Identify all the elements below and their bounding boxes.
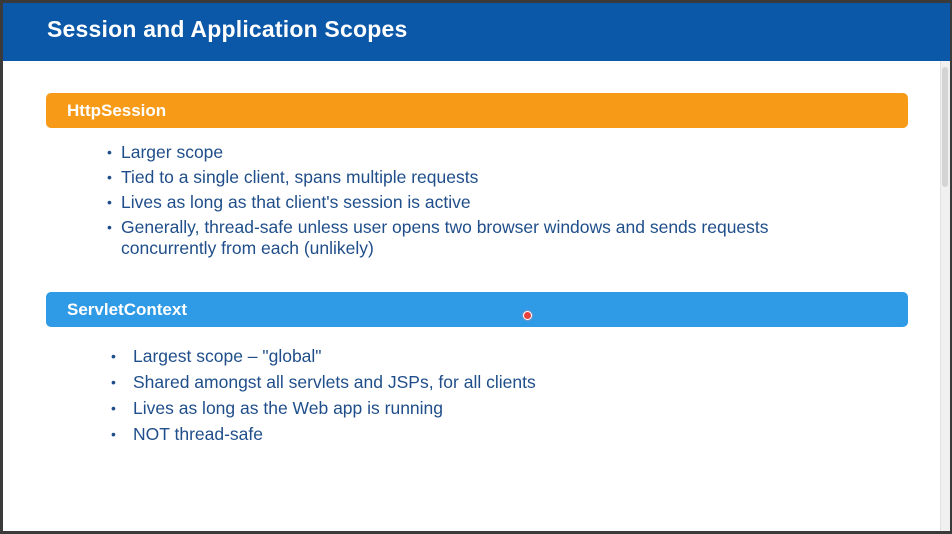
bullet-icon: • xyxy=(107,219,112,235)
bullet-text: Lives as long as that client's session i… xyxy=(121,192,471,212)
bullet-text: Largest scope – "global" xyxy=(133,346,322,366)
list-item: • Largest scope – "global" xyxy=(111,346,711,367)
list-item: • Tied to a single client, spans multiple… xyxy=(107,167,787,188)
bullet-icon: • xyxy=(107,144,112,160)
bullet-text: Tied to a single client, spans multiple … xyxy=(121,167,479,187)
list-item: • Shared amongst all servlets and JSPs, f… xyxy=(111,372,711,393)
bullet-text: Shared amongst all servlets and JSPs, fo… xyxy=(133,372,536,392)
bullet-list-servletcontext: • Largest scope – "global" • Shared amongs… xyxy=(111,346,711,450)
list-item: • Lives as long as that client's session … xyxy=(107,192,787,213)
bullet-text: Lives as long as the Web app is running xyxy=(133,398,444,418)
bullet-icon: • xyxy=(107,194,112,210)
section-label-httpsession: HttpSession xyxy=(67,101,167,120)
bullet-icon: • xyxy=(111,374,116,390)
list-item: • Lives as long as the Web app is running xyxy=(111,398,711,419)
list-item: • NOT thread-safe xyxy=(111,424,711,445)
bullet-icon: • xyxy=(111,400,116,416)
bullet-icon: • xyxy=(107,169,112,185)
bullet-icon: • xyxy=(111,348,116,364)
list-item: • Generally, thread-safe unless user open… xyxy=(107,217,787,259)
slide-title: Session and Application Scopes xyxy=(47,16,408,42)
section-label-servletcontext: ServletContext xyxy=(67,300,187,319)
title-bar: Session and Application Scopes xyxy=(3,3,950,61)
scrollbar-thumb[interactable] xyxy=(942,67,948,187)
list-item: • Larger scope xyxy=(107,142,787,163)
bullet-text: NOT thread-safe xyxy=(133,424,264,444)
laser-pointer-icon xyxy=(523,311,532,320)
slide: Session and Application Scopes HttpSessi… xyxy=(3,3,950,531)
section-header-httpsession: HttpSession xyxy=(46,93,908,128)
bullet-list-httpsession: • Larger scope • Tied to a single client, … xyxy=(107,142,787,263)
vertical-scrollbar[interactable] xyxy=(940,61,950,531)
bullet-icon: • xyxy=(111,426,116,442)
bullet-text: Generally, thread-safe unless user opens… xyxy=(121,217,769,258)
bullet-text: Larger scope xyxy=(121,142,224,162)
section-header-servletcontext: ServletContext xyxy=(46,292,908,327)
